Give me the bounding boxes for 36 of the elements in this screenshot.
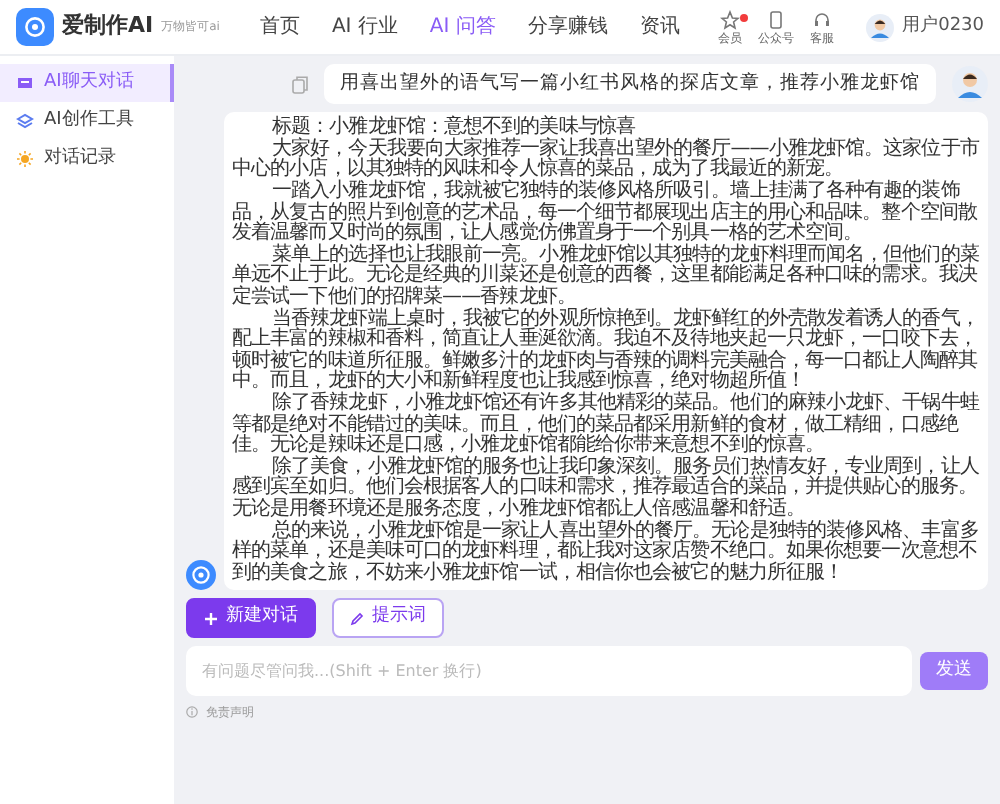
action-button[interactable]: 提示词 xyxy=(332,598,444,638)
user-message: 用喜出望外的语气写一篇小红书风格的探店文章，推荐小雅龙虾馆 xyxy=(324,64,936,105)
message-paragraph: 当香辣龙虾端上桌时，我被它的外观所惊艳到。龙虾鲜红的外壳散发着诱人的香气，配上丰富的辣椒和香料，简直让人垂涎欲滴。我迫不及待地夹起一只龙虾，一口咬下去，顿时被它的味道所征服。鲜嫩多汁的龙虾肉与香辣的调料完美融合，每一口都让人陶醉其中。而且，龙虾的大小和新鲜程度也让我感到惊喜，绝对物超所值！ xyxy=(232,309,979,393)
action-button[interactable]: 新建对话 xyxy=(186,598,316,638)
user-name[interactable]: 用户0230 xyxy=(902,13,984,41)
headset-icon xyxy=(812,9,833,29)
nav-tab[interactable]: 资讯 xyxy=(639,12,680,42)
nav-tab[interactable]: AI 行业 xyxy=(331,12,398,42)
message-title: 标题：小雅龙虾馆：意想不到的美味与惊喜 xyxy=(270,118,635,139)
sidebar-item[interactable]: 对话记录 xyxy=(0,140,174,178)
sun-icon xyxy=(16,150,34,168)
message-paragraph: 一踏入小雅龙虾馆，我就被它独特的装修风格所吸引。墙上挂满了各种有趣的装饰品，从复古的照片到创意的艺术品，每一个细节都展现出店主的用心和品味。整个空间散发着温馨而又时尚的氛围，让人感觉仿佛置身于一个别具一格的艺术空间。 xyxy=(232,182,977,245)
message-paragraph: 除了美食，小雅龙虾馆的服务也让我印象深刻。服务员们热情友好，专业周到，让人感到宾至如归。他们会根据客人的口味和需求，推荐最适合的菜品，并提供贴心的服务。无论是用餐环境还是服务态度，小雅龙虾馆都让人倍感温馨和舒适。 xyxy=(232,457,980,520)
avatar-icon xyxy=(866,13,895,41)
chat-input[interactable]: 有问题尽管问我...(Shift + Enter 换行) xyxy=(186,645,912,696)
phone-icon xyxy=(766,9,787,29)
sidebar-item[interactable]: AI聊天对话 xyxy=(0,64,174,102)
layers-icon xyxy=(16,112,34,130)
pencil-icon xyxy=(350,611,364,626)
plus-icon xyxy=(204,611,218,626)
logo-text: 爱制作AI xyxy=(62,10,154,43)
logo-icon xyxy=(16,8,54,46)
nav-tab[interactable]: AI 问答 xyxy=(429,12,496,42)
nav-tab[interactable]: 分享赚钱 xyxy=(527,12,608,42)
star-icon xyxy=(720,9,741,29)
copy-icon xyxy=(292,75,308,94)
chat-icon xyxy=(16,74,34,92)
ai-avatar-icon xyxy=(186,560,216,591)
user-avatar-icon xyxy=(952,66,988,103)
info-icon xyxy=(186,706,198,719)
sidebar-item[interactable]: AI创作工具 xyxy=(0,102,174,140)
message-paragraph: 菜单上的选择也让我眼前一亮。小雅龙虾馆以其独特的龙虾料理而闻名，但他们的菜单远不止于此。无论是经典的川菜还是创意的西餐，这里都能满足各种口味的需求。我决定尝试一下他们的招牌菜——香辣龙虾。 xyxy=(232,245,980,308)
message-paragraph: 总的来说，小雅龙虾馆是一家让人喜出望外的餐厅。无论是独特的装修风格、丰富多样的菜单，还是美味可口的龙虾料理，都让我对这家店赞不绝口。如果你想要一次意想不到的美食之旅，不妨来小雅龙虾馆一试，相信你也会被它的魅力所征服！ xyxy=(232,521,980,585)
message-paragraph: 大家好，今天我要向大家推荐一家让我喜出望外的餐厅——小雅龙虾馆。这家位于市中心的小店，以其独特的风味和令人惊喜的菜品，成为了我最近的新宠。 xyxy=(232,139,980,181)
nav-tab[interactable]: 首页 xyxy=(259,12,300,42)
message-paragraph: 除了香辣龙虾，小雅龙虾馆还有许多其他精彩的菜品。他们的麻辣小龙虾、干锅牛蛙等都是绝对不能错过的美味。而且，他们的菜品都采用新鲜的食材，做工精细，口感绝佳。无论是辣味还是口感，小雅龙虾馆都能给你带来意想不到的惊喜。 xyxy=(232,393,980,457)
